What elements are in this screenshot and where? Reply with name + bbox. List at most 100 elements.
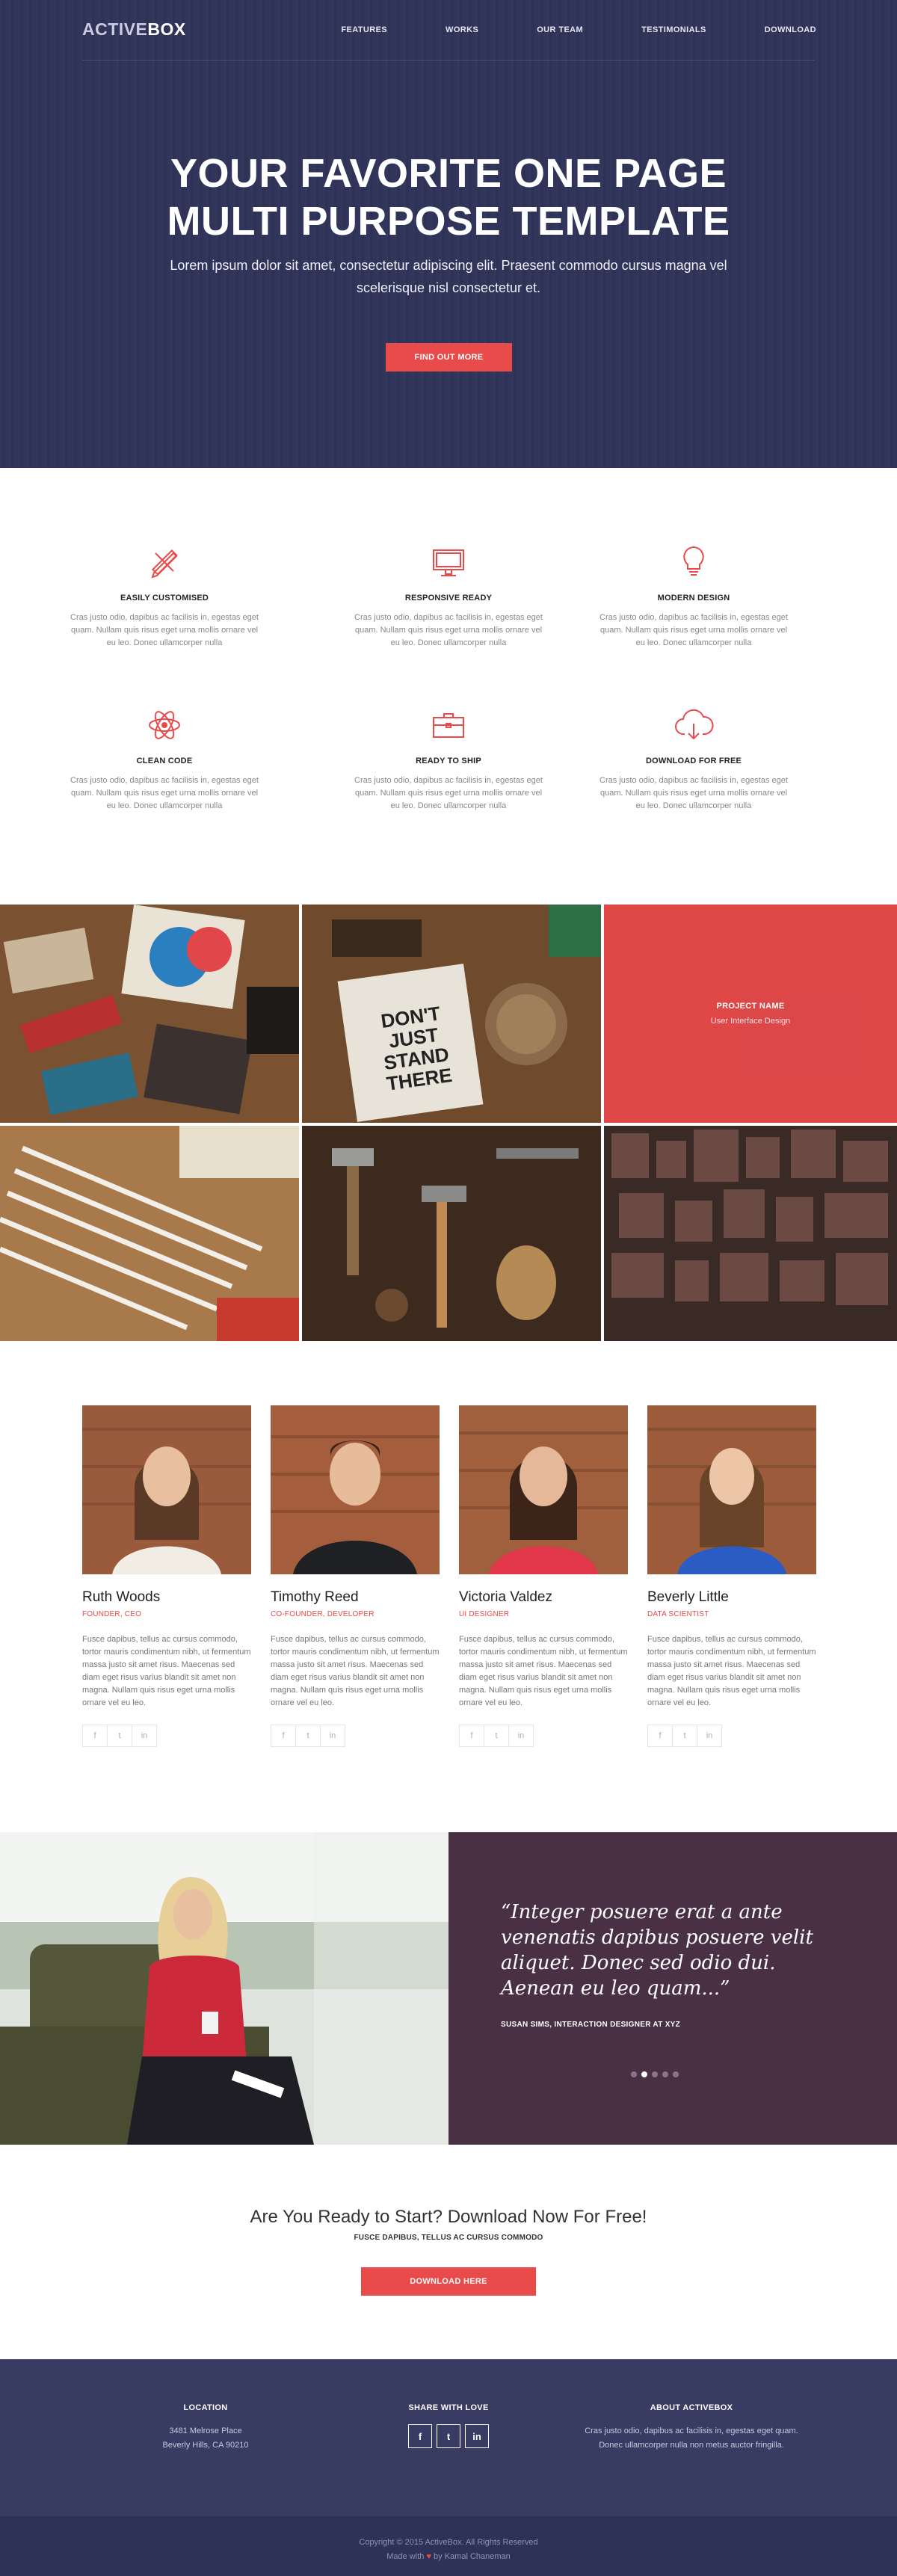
avatar bbox=[82, 1405, 251, 1574]
feature-item: CLEAN CODE Cras justo odio, dapibus ac f… bbox=[67, 703, 262, 813]
linkedin-icon[interactable]: in bbox=[132, 1725, 157, 1747]
facebook-icon[interactable]: f bbox=[647, 1725, 673, 1747]
portfolio-image-stationery bbox=[0, 905, 299, 1123]
atom-icon bbox=[142, 703, 187, 748]
feature-text: Cras justo odio, dapibus ac facilisis in… bbox=[354, 613, 543, 647]
member-socials: f t in bbox=[459, 1725, 628, 1747]
portfolio-item[interactable]: DON'T JUST STAND THERE bbox=[302, 905, 601, 1123]
cloud-download-icon bbox=[671, 703, 716, 748]
logo-part-active: ACTIVE bbox=[82, 19, 148, 39]
team-member: Victoria Valdez UI DESIGNER Fusce dapibu… bbox=[459, 1405, 628, 1747]
linkedin-icon[interactable]: in bbox=[697, 1725, 722, 1747]
linkedin-icon[interactable]: in bbox=[508, 1725, 534, 1747]
footer-about: ABOUT ACTIVEBOX Cras justo odio, dapibus… bbox=[583, 2401, 800, 2453]
nav-works[interactable]: WORKS bbox=[446, 25, 478, 34]
hero-title-line2: MULTI PURPOSE TEMPLATE bbox=[167, 199, 730, 244]
project-name: PROJECT NAME bbox=[716, 1002, 785, 1011]
footer-location-title: LOCATION bbox=[183, 2403, 228, 2412]
footer-about-title: ABOUT ACTIVEBOX bbox=[650, 2403, 733, 2412]
logo[interactable]: ACTIVEBOX bbox=[82, 19, 186, 40]
portfolio-image-tools bbox=[302, 1126, 601, 1341]
nav-features[interactable]: FEATURES bbox=[341, 25, 387, 34]
testimonial-author: SUSAN SIMS, INTERACTION DESIGNER AT XYZ bbox=[501, 2021, 681, 2029]
nav-our-team[interactable]: OUR TEAM bbox=[537, 25, 583, 34]
member-bio: Fusce dapibus, tellus ac cursus commodo,… bbox=[271, 1635, 440, 1707]
feature-item: DOWNLOAD FOR FREE Cras justo odio, dapib… bbox=[597, 703, 791, 813]
member-bio: Fusce dapibus, tellus ac cursus commodo,… bbox=[647, 1635, 816, 1707]
slider-dot-1[interactable] bbox=[631, 2071, 637, 2077]
portfolio-item-hover[interactable]: PROJECT NAME User Interface Design bbox=[604, 905, 897, 1123]
portfolio-item[interactable] bbox=[0, 1126, 299, 1341]
feature-title: EASILY CUSTOMISED bbox=[120, 594, 209, 603]
feature-text: Cras justo odio, dapibus ac facilisis in… bbox=[70, 776, 259, 810]
project-category: User Interface Design bbox=[710, 1017, 791, 1026]
member-socials: f t in bbox=[647, 1725, 816, 1747]
footer-share: SHARE WITH LOVE f t in bbox=[374, 2401, 523, 2448]
portfolio-overlay: PROJECT NAME User Interface Design bbox=[604, 905, 897, 1123]
feature-title: MODERN DESIGN bbox=[657, 594, 730, 603]
made-with-line: Made with ♥ by Kamal Chaneman bbox=[0, 2550, 897, 2564]
twitter-icon[interactable]: t bbox=[437, 2424, 460, 2448]
team-member: Ruth Woods FOUNDER, CEO Fusce dapibus, t… bbox=[82, 1405, 251, 1747]
slider-dot-4[interactable] bbox=[662, 2071, 668, 2077]
member-name: Timothy Reed bbox=[271, 1589, 359, 1605]
nav-download[interactable]: DOWNLOAD bbox=[765, 25, 816, 34]
cta-subtitle: FUSCE DAPIBUS, TELLUS AC CURSUS COMMODO bbox=[354, 2234, 543, 2242]
team-member: Timothy Reed CO-FOUNDER, DEVELOPER Fusce… bbox=[271, 1405, 440, 1747]
made-with-text: Made with bbox=[386, 2552, 425, 2561]
facebook-icon[interactable]: f bbox=[271, 1725, 296, 1747]
feature-item: EASILY CUSTOMISED Cras justo odio, dapib… bbox=[67, 540, 262, 650]
twitter-icon[interactable]: t bbox=[107, 1725, 132, 1747]
member-role: FOUNDER, CEO bbox=[82, 1610, 142, 1618]
testimonial-photo bbox=[0, 1832, 449, 2145]
testimonial-quote-panel: “Integer posuere erat a ante venenatis d… bbox=[449, 1832, 897, 2145]
download-here-button[interactable]: DOWNLOAD HERE bbox=[361, 2267, 536, 2296]
member-role: UI DESIGNER bbox=[459, 1610, 510, 1618]
portfolio-item[interactable] bbox=[302, 1126, 601, 1341]
member-bio: Fusce dapibus, tellus ac cursus commodo,… bbox=[459, 1635, 628, 1707]
member-role: CO-FOUNDER, DEVELOPER bbox=[271, 1610, 374, 1618]
member-name: Victoria Valdez bbox=[459, 1589, 552, 1605]
portfolio-item[interactable] bbox=[604, 1126, 897, 1341]
find-out-more-button[interactable]: FIND OUT MORE bbox=[386, 343, 512, 372]
portfolio-item[interactable] bbox=[0, 905, 299, 1123]
member-socials: f t in bbox=[271, 1725, 440, 1747]
twitter-icon[interactable]: t bbox=[672, 1725, 697, 1747]
linkedin-icon[interactable]: in bbox=[465, 2424, 489, 2448]
facebook-icon[interactable]: f bbox=[408, 2424, 432, 2448]
nav-testimonials[interactable]: TESTIMONIALS bbox=[641, 25, 706, 34]
slider-dot-3[interactable] bbox=[652, 2071, 658, 2077]
avatar bbox=[459, 1405, 628, 1574]
address-line1: 3481 Melrose Place bbox=[169, 2426, 242, 2435]
feature-text: Cras justo odio, dapibus ac facilisis in… bbox=[599, 613, 788, 647]
cta-title: Are You Ready to Start? Download Now For… bbox=[250, 2207, 647, 2227]
portfolio-image-pencils bbox=[0, 1126, 299, 1341]
facebook-icon[interactable]: f bbox=[82, 1725, 108, 1747]
member-name: Beverly Little bbox=[647, 1589, 729, 1605]
hero-title: YOUR FAVORITE ONE PAGE MULTI PURPOSE TEMP… bbox=[0, 150, 897, 245]
lightbulb-icon bbox=[671, 540, 716, 585]
avatar bbox=[647, 1405, 816, 1574]
footer-share-title: SHARE WITH LOVE bbox=[408, 2403, 489, 2412]
facebook-icon[interactable]: f bbox=[459, 1725, 484, 1747]
footer-socials: f t in bbox=[374, 2424, 523, 2448]
made-by-text: by Kamal Chaneman bbox=[434, 2552, 511, 2561]
slider-dot-2-active[interactable] bbox=[641, 2071, 647, 2077]
feature-item: RESPONSIVE READY Cras justo odio, dapibu… bbox=[351, 540, 546, 650]
testimonial-pagination bbox=[631, 2071, 679, 2077]
linkedin-icon[interactable]: in bbox=[320, 1725, 345, 1747]
member-name: Ruth Woods bbox=[82, 1589, 161, 1605]
footer-about-text: Cras justo odio, dapibus ac facilisis in… bbox=[585, 2426, 798, 2450]
briefcase-icon bbox=[426, 703, 471, 748]
member-role: DATA SCIENTIST bbox=[647, 1610, 709, 1618]
copyright-text: Copyright © 2015 ActiveBox. All Rights R… bbox=[359, 2538, 538, 2547]
twitter-icon[interactable]: t bbox=[295, 1725, 321, 1747]
member-bio: Fusce dapibus, tellus ac cursus commodo,… bbox=[82, 1635, 251, 1707]
twitter-icon[interactable]: t bbox=[484, 1725, 509, 1747]
feature-title: DOWNLOAD FOR FREE bbox=[645, 757, 742, 765]
page: ACTIVEBOX FEATURES WORKS OUR TEAM TESTIM… bbox=[0, 0, 897, 2576]
logo-part-box: BOX bbox=[147, 19, 186, 39]
slider-dot-5[interactable] bbox=[673, 2071, 679, 2077]
testimonial-quote: “Integer posuere erat a ante venenatis d… bbox=[501, 1901, 813, 2000]
member-socials: f t in bbox=[82, 1725, 251, 1747]
